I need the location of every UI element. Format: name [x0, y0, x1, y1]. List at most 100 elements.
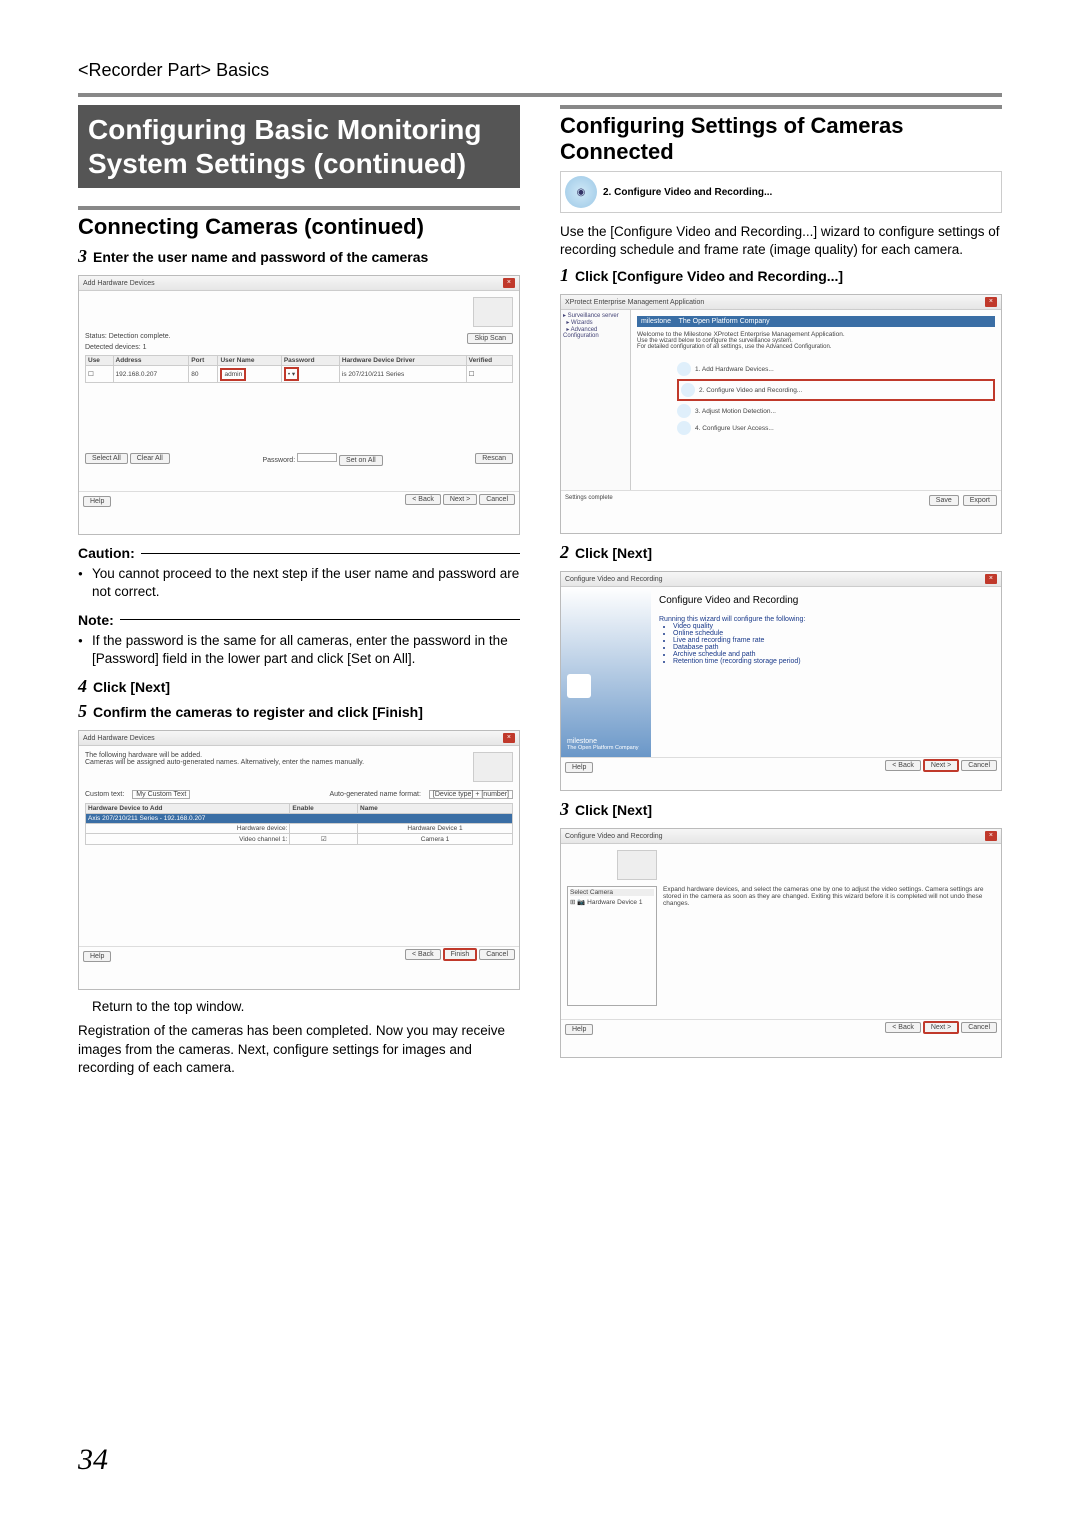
welcome-text: Welcome to the Milestone XProtect Enterp…	[637, 331, 995, 338]
help-button[interactable]: Help	[565, 762, 593, 773]
panel-header: milestone The Open Platform Company	[637, 316, 995, 327]
step-text-3r: Click [Next]	[575, 802, 652, 818]
return-text: Return to the top window.	[92, 998, 520, 1016]
section-divider	[78, 206, 520, 210]
dialog-title: Add Hardware Devices	[83, 280, 155, 287]
custom-text-input[interactable]: My Custom Text	[132, 790, 190, 799]
set-on-all-button[interactable]: Set on All	[339, 455, 383, 466]
group-row: Axis 207/210/211 Series - 192.168.0.207	[86, 814, 513, 824]
auto-name-select[interactable]: [Device type] + [number]	[429, 790, 513, 799]
intro-paragraph: Use the [Configure Video and Recording..…	[560, 223, 1002, 259]
logo-placeholder	[473, 752, 513, 782]
detected-value: 1	[143, 344, 147, 351]
brand-name: milestone	[567, 738, 645, 745]
right-column: Configuring Settings of Cameras Connecte…	[560, 105, 1002, 1083]
col-name: Name	[358, 804, 513, 814]
intro-line-1: The following hardware will be added.	[85, 752, 364, 759]
step-number-5: 5	[78, 701, 87, 722]
cancel-button[interactable]: Cancel	[479, 494, 515, 505]
wizard-item-3[interactable]: 3. Adjust Motion Detection...	[677, 404, 995, 418]
wizard-banner: ◉ 2. Configure Video and Recording...	[560, 171, 1002, 213]
wizard-item-2[interactable]: 2. Configure Video and Recording...	[677, 379, 995, 401]
table-row: ☐ 192.168.0.207 80 admin • ▾ is 207/210/…	[86, 366, 513, 383]
section-title-configuring: Configuring Settings of Cameras Connecte…	[560, 113, 1002, 165]
close-icon[interactable]: ×	[985, 297, 997, 307]
export-button[interactable]: Export	[963, 495, 997, 506]
list-item: Video quality	[673, 623, 993, 630]
nav-tree[interactable]: ▸ Surveillance server ▸ Wizards ▸ Advanc…	[561, 310, 631, 490]
step-number-4: 4	[78, 676, 87, 697]
close-icon[interactable]: ×	[503, 278, 515, 288]
window-title: XProtect Enterprise Management Applicati…	[565, 299, 704, 306]
next-button[interactable]: Next >	[923, 1021, 959, 1034]
brand-tagline: The Open Platform Company	[567, 745, 645, 751]
section-title-connecting: Connecting Cameras (continued)	[78, 214, 520, 240]
status-value: Detection complete.	[109, 333, 171, 340]
close-icon[interactable]: ×	[985, 574, 997, 584]
password-input[interactable]	[297, 453, 337, 462]
help-button[interactable]: Help	[565, 1024, 593, 1035]
panel-title: Select Camera	[570, 889, 654, 896]
step-text-4: Click [Next]	[93, 679, 170, 695]
note-label: Note:	[78, 612, 114, 628]
cancel-button[interactable]: Cancel	[479, 949, 515, 960]
step-text-5: Confirm the cameras to register and clic…	[93, 704, 423, 720]
back-button[interactable]: < Back	[885, 1022, 921, 1033]
back-button[interactable]: < Back	[405, 494, 441, 505]
select-all-button[interactable]: Select All	[85, 453, 128, 464]
next-button[interactable]: Next >	[443, 494, 477, 505]
clear-all-button[interactable]: Clear All	[130, 453, 170, 464]
table-row: Hardware device: Hardware Device 1	[86, 824, 513, 834]
close-icon[interactable]: ×	[985, 831, 997, 841]
rescan-button[interactable]: Rescan	[475, 453, 513, 464]
skip-scan-button[interactable]: Skip Scan	[467, 333, 513, 344]
lead-text: Running this wizard will configure the f…	[659, 616, 993, 623]
cancel-button[interactable]: Cancel	[961, 1022, 997, 1033]
col-pass: Password	[281, 356, 339, 366]
list-item: Database path	[673, 644, 993, 651]
password-label: Password:	[262, 457, 295, 464]
device-add-table: Hardware Device to Add Enable Name Axis …	[85, 803, 513, 845]
hw-name: Hardware Device 1	[358, 824, 513, 834]
dialog-heading: Configure Video and Recording	[659, 595, 993, 606]
ch-name: Camera 1	[358, 834, 513, 845]
caution-label: Caution:	[78, 545, 135, 561]
table-row: Video channel 1: ☑ Camera 1	[86, 834, 513, 845]
hw-label: Hardware device:	[86, 824, 290, 834]
help-button[interactable]: Help	[83, 496, 111, 507]
next-button[interactable]: Next >	[923, 759, 959, 772]
auto-name-label: Auto-generated name format:	[329, 791, 420, 798]
wizard-item-1[interactable]: 1. Add Hardware Devices...	[677, 362, 995, 376]
camera-wizard-icon: ◉	[565, 176, 597, 208]
step-number-2: 2	[560, 542, 569, 563]
password-field[interactable]: • ▾	[284, 367, 299, 381]
finish-button[interactable]: Finish	[443, 948, 478, 961]
help-button[interactable]: Help	[83, 951, 111, 962]
page-divider	[78, 93, 1002, 97]
back-button[interactable]: < Back	[405, 949, 441, 960]
close-icon[interactable]: ×	[503, 733, 515, 743]
camera-tree-panel: Select Camera ⊞ 📷 Hardware Device 1	[567, 886, 657, 1006]
cell-address: 192.168.0.207	[113, 366, 189, 383]
motion-icon	[677, 404, 691, 418]
wizard-item-4[interactable]: 4. Configure User Access...	[677, 421, 995, 435]
cancel-button[interactable]: Cancel	[961, 760, 997, 771]
save-button[interactable]: Save	[929, 495, 959, 506]
note-text: If the password is the same for all came…	[78, 632, 520, 668]
col-driver: Hardware Device Driver	[339, 356, 466, 366]
step-number-1: 1	[560, 265, 569, 286]
hardware-icon	[677, 362, 691, 376]
step-number-3r: 3	[560, 799, 569, 820]
list-item: Archive schedule and path	[673, 651, 993, 658]
col-device: Hardware Device to Add	[86, 804, 290, 814]
step-text-1: Click [Configure Video and Recording...]	[575, 268, 843, 284]
detected-label: Detected devices:	[85, 344, 141, 351]
logo-placeholder	[617, 850, 657, 880]
user-icon	[677, 421, 691, 435]
cell-port: 80	[189, 366, 218, 383]
ch-label: Video channel 1:	[86, 834, 290, 845]
tree-item[interactable]: ⊞ 📷 Hardware Device 1	[570, 898, 654, 906]
username-field[interactable]: admin	[220, 368, 246, 381]
col-use: Use	[86, 356, 114, 366]
back-button[interactable]: < Back	[885, 760, 921, 771]
